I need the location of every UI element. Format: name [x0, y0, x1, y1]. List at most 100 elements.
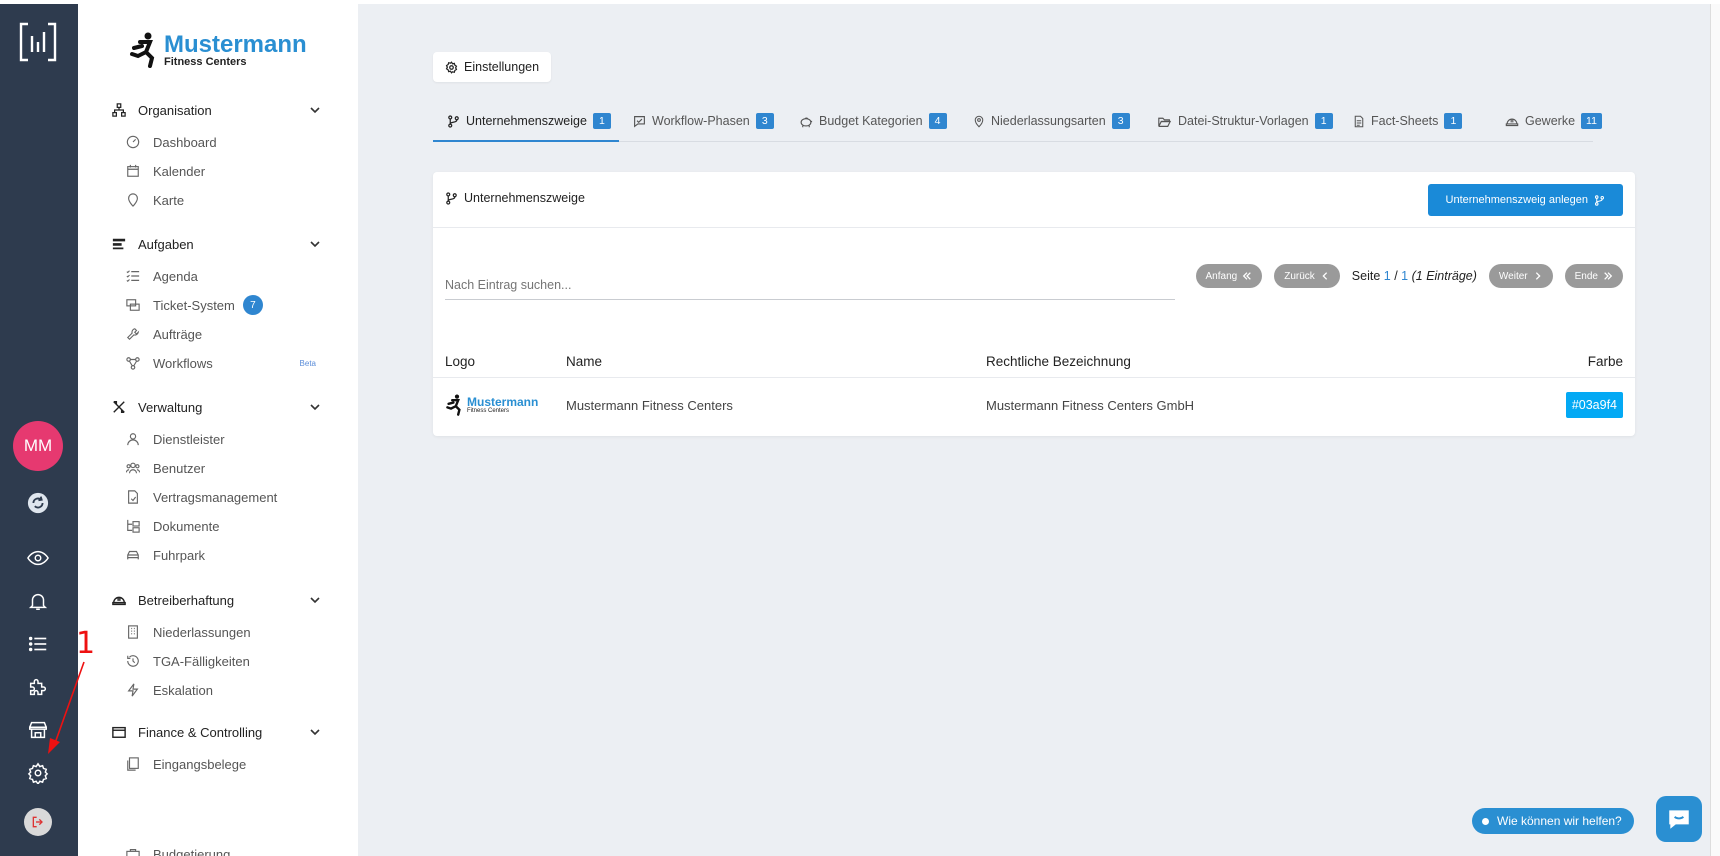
calendar-icon	[126, 164, 141, 179]
page-indicator: Seite 1 / 1 (1 Einträge)	[1351, 269, 1477, 283]
sidebar-item-vertragsmanagement[interactable]: Vertragsmanagement	[126, 487, 346, 507]
help-pill-button[interactable]: Wie können wir helfen?	[1472, 808, 1634, 834]
col-legal-name[interactable]: Rechtliche Bezeichnung	[986, 354, 1131, 369]
chevron-down-icon	[310, 729, 320, 736]
gauge-icon	[126, 135, 141, 150]
chat-check-icon	[634, 115, 645, 128]
sidebar-item-niederlassungen[interactable]: Niederlassungen	[126, 622, 346, 642]
pager-prev-button[interactable]: Zurück	[1274, 264, 1340, 288]
receipts-icon	[126, 757, 141, 772]
brand-name: Mustermann	[164, 30, 307, 58]
annotation-arrow-icon	[48, 661, 85, 754]
create-unternehmenszweig-button[interactable]: Unternehmenszweig anlegen	[1427, 184, 1623, 216]
sidebar-item-dokumente[interactable]: Dokumente	[126, 516, 346, 536]
sidebar-item-agenda[interactable]: Agenda	[126, 266, 346, 286]
sidebar-item-eingangsbelege[interactable]: Eingangsbelege	[126, 754, 346, 774]
sidebar-item-workflows[interactable]: Workflows Beta	[126, 353, 326, 373]
map-pin-icon	[974, 115, 984, 127]
tab-gewerke[interactable]: Gewerke 11	[1505, 110, 1602, 132]
search-input[interactable]	[445, 278, 1175, 292]
col-logo[interactable]: Logo	[445, 354, 475, 369]
wallet-icon	[112, 724, 128, 740]
main-content: Einstellungen Unternehmenszweige 1 Workf…	[358, 4, 1710, 856]
tools-icon	[112, 399, 128, 415]
tab-unternehmenszweige[interactable]: Unternehmenszweige 1	[447, 110, 611, 132]
search-field[interactable]	[445, 278, 1175, 300]
user-avatar[interactable]: MM	[13, 421, 63, 471]
gear-icon[interactable]	[24, 759, 52, 787]
workflow-icon	[126, 356, 141, 371]
section-aufgaben[interactable]: Aufgaben	[112, 234, 322, 254]
online-dot-icon	[1482, 817, 1489, 825]
eye-icon[interactable]	[24, 544, 52, 572]
table-row[interactable]: Mustermann Fitness Centers Mustermann Fi…	[433, 378, 1635, 430]
double-chevron-left-icon	[1243, 272, 1251, 280]
chevron-left-icon	[1322, 272, 1327, 280]
tab-workflow-phasen[interactable]: Workflow-Phasen 3	[633, 110, 774, 132]
chevron-down-icon	[310, 404, 320, 411]
bell-icon[interactable]	[24, 587, 52, 615]
logout-icon	[32, 816, 43, 828]
chevron-down-icon	[310, 107, 320, 114]
row-legal-name: Mustermann Fitness Centers GmbH	[986, 398, 1195, 413]
briefcase-icon	[126, 847, 141, 856]
chat-button[interactable]	[1656, 796, 1702, 842]
brand-logo[interactable]: Mustermann Fitness Centers	[128, 32, 307, 68]
branch-icon	[446, 191, 457, 205]
tab-datei-struktur-vorlagen[interactable]: Datei-Struktur-Vorlagen 1	[1157, 110, 1333, 132]
list-icon[interactable]	[24, 630, 52, 658]
runner-icon	[446, 394, 461, 416]
map-pin-icon	[126, 193, 141, 208]
tasks-icon	[112, 236, 128, 252]
sidebar-item-budgetierung[interactable]: Budgetierung	[126, 844, 346, 856]
app-logo-icon[interactable]	[18, 22, 58, 62]
hardhat-icon	[1505, 118, 1519, 126]
tab-budget-kategorien[interactable]: Budget Kategorien 4	[799, 110, 947, 132]
sidebar-item-tga-faelligkeiten[interactable]: TGA-Fälligkeiten	[126, 651, 346, 671]
lightning-icon	[126, 683, 141, 698]
col-color[interactable]: Farbe	[1588, 354, 1623, 369]
sidebar-item-fuhrpark[interactable]: Fuhrpark	[126, 545, 346, 565]
sidebar-item-eskalation[interactable]: Eskalation	[126, 680, 346, 700]
section-verwaltung[interactable]: Verwaltung	[112, 397, 322, 417]
section-finance-controlling[interactable]: Finance & Controlling	[112, 722, 322, 742]
window-scrollbar[interactable]	[1710, 4, 1720, 856]
double-chevron-right-icon	[1604, 272, 1613, 280]
car-icon	[126, 548, 141, 563]
sidebar-item-kalender[interactable]: Kalender	[126, 161, 346, 181]
settings-header-button[interactable]: Einstellungen	[433, 52, 552, 82]
pagination: Anfang Zurück Seite 1 / 1 (1 Einträge) W…	[1195, 264, 1623, 288]
ticket-count-badge: 7	[242, 295, 263, 315]
branch-icon	[1594, 194, 1605, 206]
document-icon	[1354, 115, 1364, 127]
tab-niederlassungsarten[interactable]: Niederlassungsarten 3	[973, 110, 1130, 132]
tab-fact-sheets[interactable]: Fact-Sheets 1	[1353, 110, 1463, 132]
settings-tabs: Unternehmenszweige 1 Workflow-Phasen 3 B…	[433, 100, 1602, 142]
pager-next-button[interactable]: Weiter	[1488, 264, 1553, 288]
pager-last-button[interactable]: Ende	[1564, 264, 1623, 288]
folder-open-icon	[1158, 117, 1172, 127]
logout-button[interactable]	[24, 808, 52, 836]
section-organisation[interactable]: Organisation	[112, 100, 322, 120]
table-header: Logo Name Rechtliche Bezeichnung Farbe	[433, 344, 1635, 378]
sidebar-item-dashboard[interactable]: Dashboard	[126, 132, 346, 152]
chat-bubbles-icon	[126, 298, 141, 313]
beta-tag: Beta	[299, 358, 316, 368]
users-icon	[126, 461, 141, 476]
checklist-icon	[126, 269, 141, 284]
sidebar-item-benutzer[interactable]: Benutzer	[126, 458, 346, 478]
chat-icon	[1669, 810, 1689, 829]
section-betreiberhaftung[interactable]: Betreiberhaftung	[112, 590, 322, 610]
row-name: Mustermann Fitness Centers	[566, 398, 733, 413]
pager-first-button[interactable]: Anfang	[1195, 264, 1263, 288]
sidebar-item-dienstleister[interactable]: Dienstleister	[126, 429, 346, 449]
sidebar-item-auftraege[interactable]: Aufträge	[126, 324, 346, 344]
sync-icon[interactable]	[24, 489, 52, 517]
card-header: Unternehmenszweige Unternehmenszweig anl…	[433, 172, 1635, 228]
sidebar-item-ticket-system[interactable]: Ticket-System 7	[126, 295, 346, 315]
piggy-bank-icon	[800, 117, 813, 127]
sidebar-item-karte[interactable]: Karte	[126, 190, 346, 210]
wrench-icon	[126, 327, 141, 342]
col-name[interactable]: Name	[566, 354, 602, 369]
sidebar: Mustermann Fitness Centers Organisation …	[78, 4, 356, 856]
